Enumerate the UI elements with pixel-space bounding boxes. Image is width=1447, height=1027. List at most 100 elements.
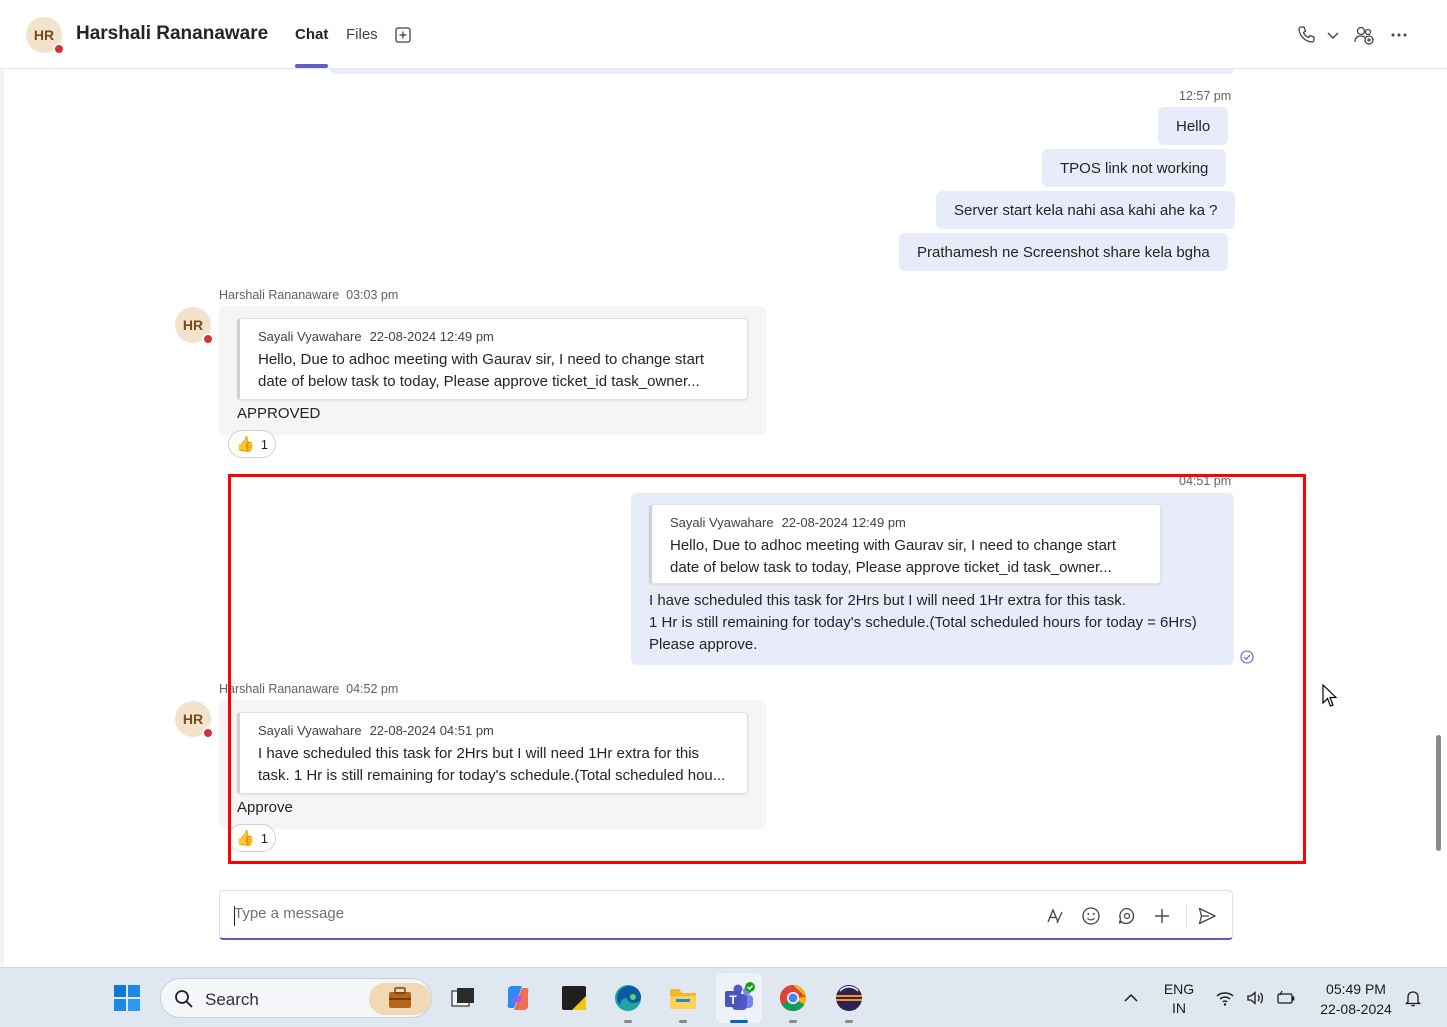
presence-busy-icon <box>202 727 214 739</box>
quote-line: date of below task to today, Please appr… <box>258 373 700 390</box>
scrollbar-thumb[interactable] <box>1436 735 1441 851</box>
message-timestamp: 03:03 pm <box>346 288 399 302</box>
avatar-initials: HR <box>33 27 55 43</box>
sender-name: Harshali Rananaware <box>219 288 340 302</box>
windows-taskbar: Search T ENG IN 05:49 PM 22-08-2024 <box>0 967 1447 1027</box>
message-text: I have scheduled this task for 2Hrs but … <box>649 590 1197 656</box>
quote-date: 22-08-2024 04:51 pm <box>369 723 494 738</box>
running-indicator <box>845 1020 853 1023</box>
send-icon[interactable] <box>1197 906 1217 926</box>
message-sender-line: Harshali Rananaware 03:03 pm <box>219 288 398 302</box>
taskbar-search[interactable]: Search <box>160 978 432 1018</box>
add-people-icon[interactable] <box>1353 24 1375 46</box>
quote-header: Sayali Vyawahare 22-08-2024 12:49 pm <box>670 515 906 530</box>
tab-chat[interactable]: Chat <box>295 26 328 43</box>
incoming-message[interactable]: Sayali Vyawahare 22-08-2024 04:51 pm I ha… <box>219 700 766 829</box>
quote-text: Hello, Due to adhoc meeting with Gaurav … <box>258 349 704 393</box>
sender-name: Harshali Rananaware <box>219 682 340 696</box>
notification-bell-icon[interactable] <box>1403 988 1423 1008</box>
language-code: ENG <box>1163 981 1195 997</box>
region-code: IN <box>1172 1000 1186 1016</box>
call-icon[interactable] <box>1295 24 1317 46</box>
seen-check-icon <box>1240 650 1254 664</box>
quoted-reply[interactable]: Sayali Vyawahare 22-08-2024 04:51 pm I ha… <box>237 712 748 794</box>
windows-start-icon[interactable] <box>113 984 141 1012</box>
quote-text: Hello, Due to adhoc meeting with Gaurav … <box>670 535 1116 579</box>
chevron-up-icon[interactable] <box>1121 988 1141 1008</box>
eclipse-icon[interactable] <box>833 982 865 1014</box>
add-tab-icon[interactable] <box>395 27 411 43</box>
clock-time: 05:49 PM <box>1326 981 1386 997</box>
presence-busy-icon <box>202 333 214 345</box>
active-indicator <box>730 1020 748 1023</box>
search-icon <box>175 990 193 1008</box>
loop-component-icon[interactable] <box>1117 906 1137 926</box>
contact-name[interactable]: Harshali Rananaware <box>76 23 268 45</box>
file-explorer-icon[interactable] <box>667 982 699 1014</box>
running-indicator <box>789 1020 797 1023</box>
outgoing-message[interactable]: Sayali Vyawahare 22-08-2024 12:49 pm Hell… <box>631 493 1234 665</box>
search-highlight-briefcase-icon <box>369 983 431 1015</box>
more-options-icon[interactable] <box>1388 24 1410 46</box>
outgoing-message[interactable]: Prathamesh ne Screenshot share kela bgha <box>899 233 1228 271</box>
running-indicator <box>624 1020 632 1023</box>
wifi-icon[interactable] <box>1215 988 1235 1008</box>
message-line: I have scheduled this task for 2Hrs but … <box>649 592 1126 609</box>
format-icon[interactable] <box>1045 906 1065 926</box>
message-text: Approve <box>237 799 293 816</box>
presence-busy-icon <box>53 43 65 55</box>
sender-avatar[interactable]: HR <box>175 701 214 739</box>
reaction-count: 1 <box>260 436 268 452</box>
tab-files[interactable]: Files <box>346 26 378 43</box>
copilot-icon[interactable] <box>502 982 534 1014</box>
outgoing-message[interactable]: TPOS link not working <box>1042 149 1227 187</box>
sticky-notes-icon[interactable] <box>558 982 590 1014</box>
reaction-count: 1 <box>260 830 268 846</box>
reaction-like[interactable]: 👍 1 <box>228 430 276 458</box>
sender-avatar[interactable]: HR <box>175 307 214 345</box>
chevron-down-icon[interactable] <box>1322 24 1344 46</box>
svg-text:T: T <box>729 993 737 1007</box>
teams-icon[interactable]: T <box>723 982 755 1014</box>
compose-box[interactable] <box>219 890 1233 940</box>
contact-avatar[interactable]: HR <box>26 17 65 55</box>
outgoing-message[interactable]: Server start kela nahi asa kahi ahe ka ? <box>936 191 1236 229</box>
add-attachment-icon[interactable] <box>1152 906 1172 926</box>
message-sender-line: Harshali Rananaware 04:52 pm <box>219 682 398 696</box>
quote-date: 22-08-2024 12:49 pm <box>369 329 494 344</box>
quoted-reply[interactable]: Sayali Vyawahare 22-08-2024 12:49 pm Hell… <box>649 504 1161 584</box>
outgoing-message[interactable]: Hello <box>1158 107 1229 145</box>
previous-message-edge <box>330 69 1234 74</box>
search-label: Search <box>205 990 259 1009</box>
message-timestamp: 04:52 pm <box>346 682 399 696</box>
quote-author: Sayali Vyawahare <box>670 515 774 530</box>
active-tab-indicator <box>295 64 328 68</box>
message-timestamp: 12:57 pm <box>1179 89 1232 103</box>
quote-author: Sayali Vyawahare <box>258 723 362 738</box>
quote-line: Hello, Due to adhoc meeting with Gaurav … <box>670 537 1117 554</box>
compose-divider <box>1186 904 1187 928</box>
emoji-icon[interactable] <box>1081 906 1101 926</box>
message-input[interactable] <box>234 905 1014 922</box>
clock[interactable]: 05:49 PM 22-08-2024 <box>1310 979 1402 1019</box>
quote-text: I have scheduled this task for 2Hrs but … <box>258 743 725 787</box>
battery-icon[interactable] <box>1276 988 1296 1008</box>
quote-line: Hello, Due to adhoc meeting with Gaurav … <box>258 351 705 368</box>
quote-author: Sayali Vyawahare <box>258 329 362 344</box>
edge-browser-icon[interactable] <box>612 982 644 1014</box>
chrome-icon[interactable] <box>777 982 809 1014</box>
chat-header: HR Harshali Rananaware Chat Files <box>0 0 1447 69</box>
quote-line: I have scheduled this task for 2Hrs but … <box>258 745 700 762</box>
clock-date: 22-08-2024 <box>1320 1001 1392 1017</box>
quoted-reply[interactable]: Sayali Vyawahare 22-08-2024 12:49 pm Hell… <box>237 318 748 400</box>
quote-line: date of below task to today, Please appr… <box>670 559 1112 576</box>
quote-header: Sayali Vyawahare 22-08-2024 12:49 pm <box>258 329 494 344</box>
task-view-icon[interactable] <box>447 982 479 1014</box>
volume-icon[interactable] <box>1245 988 1265 1008</box>
quote-line: task. 1 Hr is still remaining for today'… <box>258 767 726 784</box>
language-indicator[interactable]: ENG IN <box>1158 980 1200 1018</box>
reaction-like[interactable]: 👍 1 <box>228 824 276 852</box>
message-list[interactable]: 12:57 pm Hello TPOS link not working Ser… <box>0 69 1447 967</box>
avatar-initials: HR <box>182 317 204 333</box>
incoming-message[interactable]: Sayali Vyawahare 22-08-2024 12:49 pm Hell… <box>219 306 766 435</box>
